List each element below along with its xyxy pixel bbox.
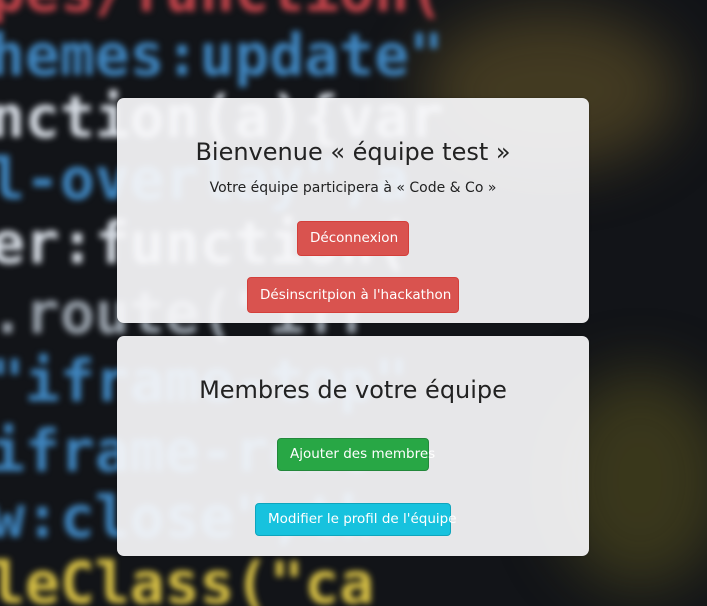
logout-button[interactable]: Déconnexion <box>297 221 409 256</box>
background-code-line: leClass("ca <box>0 549 375 606</box>
team-members-title: Membres de votre équipe <box>199 376 507 404</box>
background-code-line: hemes:update" <box>0 21 444 89</box>
team-members-card: Membres de votre équipe Ajouter des memb… <box>117 336 589 556</box>
unsubscribe-hackathon-button[interactable]: Désinscritpion à l'hackathon <box>247 277 459 313</box>
welcome-card: Bienvenue « équipe test » Votre équipe p… <box>117 98 589 323</box>
add-members-button[interactable]: Ajouter des membres <box>277 438 435 471</box>
welcome-title: Bienvenue « équipe test » <box>195 138 511 166</box>
edit-team-profile-button[interactable]: Modifier le profil de l'équipe <box>255 503 457 536</box>
welcome-subtitle: Votre équipe participera à « Code & Co » <box>209 180 497 196</box>
page: pes/function( hemes:update" nction(a){va… <box>0 0 707 606</box>
